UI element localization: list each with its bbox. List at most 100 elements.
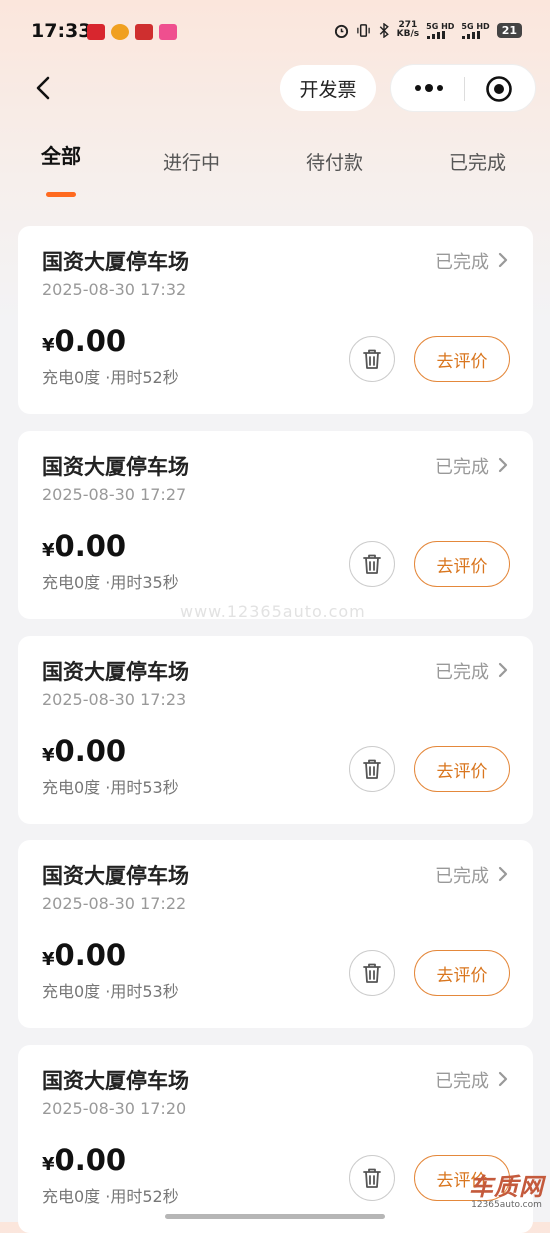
review-button[interactable]: 去评价 <box>414 336 510 382</box>
mini-program-capsule <box>390 64 536 112</box>
chevron-right-icon <box>498 457 508 473</box>
chevron-right-icon <box>498 252 508 268</box>
trash-icon <box>363 963 381 983</box>
tab-all[interactable]: 全部 <box>41 140 81 169</box>
order-tabs: 全部 进行中 待付款 已完成 <box>0 140 550 200</box>
order-time: 2025-08-30 17:20 <box>42 1099 187 1118</box>
bluetooth-icon <box>379 22 389 38</box>
review-button[interactable]: 去评价 <box>414 746 510 792</box>
order-amount: ¥0.00 <box>42 1143 126 1177</box>
weibo-notification-icon <box>111 24 129 40</box>
delete-button[interactable] <box>349 1155 395 1201</box>
amount-value: 0.00 <box>54 324 127 358</box>
vibrate-icon <box>356 23 370 37</box>
watermark-text: www.12365auto.com <box>180 602 366 621</box>
back-button[interactable] <box>27 72 59 104</box>
watermark-logo-text: 车质网 <box>469 1173 544 1201</box>
network-speed: 271 KB/s <box>397 21 419 39</box>
notification-icons <box>87 24 177 40</box>
order-card[interactable]: 国资大厦停车场 已完成 2025-08-30 17:20 ¥0.00 充电0度 … <box>18 1045 533 1233</box>
watermark-url: 12365auto.com <box>471 1200 542 1210</box>
order-card[interactable]: 国资大厦停车场 已完成 2025-08-30 17:23 ¥0.00 充电0度 … <box>18 636 533 824</box>
target-circle-icon <box>486 76 512 102</box>
currency-symbol: ¥ <box>42 1154 55 1175</box>
order-amount: ¥0.00 <box>42 324 126 358</box>
back-arrow-icon <box>36 76 50 100</box>
delete-button[interactable] <box>349 950 395 996</box>
tab-completed[interactable]: 已完成 <box>449 148 506 175</box>
order-card[interactable]: 国资大厦停车场 已完成 2025-08-30 17:27 ¥0.00 充电0度 … <box>18 431 533 619</box>
order-amount: ¥0.00 <box>42 529 126 563</box>
chevron-right-icon <box>498 1071 508 1087</box>
trash-icon <box>363 759 381 779</box>
app-notification-icon <box>135 24 153 40</box>
charge-detail: 充电0度 ·用时53秒 <box>42 778 179 797</box>
app-notification-icon <box>159 24 177 40</box>
order-time: 2025-08-30 17:32 <box>42 280 187 299</box>
station-name: 国资大厦停车场 <box>42 250 189 274</box>
amount-value: 0.00 <box>54 529 127 563</box>
trash-icon <box>363 1168 381 1188</box>
currency-symbol: ¥ <box>42 540 55 561</box>
charge-detail: 充电0度 ·用时35秒 <box>42 573 179 592</box>
trash-icon <box>363 349 381 369</box>
amount-value: 0.00 <box>54 1143 127 1177</box>
charge-detail: 充电0度 ·用时52秒 <box>42 1187 179 1206</box>
trash-icon <box>363 554 381 574</box>
charge-detail: 充电0度 ·用时52秒 <box>42 368 179 387</box>
watermark-logo: 车质网 12365auto.com <box>469 1174 544 1210</box>
delete-button[interactable] <box>349 746 395 792</box>
capsule-divider <box>464 77 465 101</box>
battery-indicator: 21 <box>496 22 522 38</box>
order-time: 2025-08-30 17:27 <box>42 485 187 504</box>
signal-label: 5G HD <box>461 21 490 31</box>
status-bar: 17:33 271 KB/s 5G HD 5G HD 21 <box>0 0 550 62</box>
currency-symbol: ¥ <box>42 745 55 766</box>
currency-symbol: ¥ <box>42 949 55 970</box>
close-mini-program-button[interactable] <box>484 75 514 103</box>
system-icons: 271 KB/s 5G HD 5G HD 21 <box>334 21 522 39</box>
chevron-right-icon <box>498 866 508 882</box>
station-name: 国资大厦停车场 <box>42 455 189 479</box>
chevron-right-icon <box>498 662 508 678</box>
invoice-button[interactable]: 开发票 <box>280 65 376 111</box>
tab-pending-payment[interactable]: 待付款 <box>306 148 363 175</box>
tab-in-progress[interactable]: 进行中 <box>163 148 220 175</box>
alarm-icon <box>334 24 348 38</box>
signal-indicator-1: 5G HD <box>426 22 454 39</box>
header: 开发票 <box>0 62 550 116</box>
order-status[interactable]: 已完成 <box>435 862 489 888</box>
station-name: 国资大厦停车场 <box>42 864 189 888</box>
order-card[interactable]: 国资大厦停车场 已完成 2025-08-30 17:32 ¥0.00 充电0度 … <box>18 226 533 414</box>
order-status[interactable]: 已完成 <box>435 658 489 684</box>
app-notification-icon <box>87 24 105 40</box>
delete-button[interactable] <box>349 541 395 587</box>
station-name: 国资大厦停车场 <box>42 1069 189 1093</box>
active-tab-indicator <box>46 192 76 197</box>
order-status[interactable]: 已完成 <box>435 1067 489 1093</box>
order-status[interactable]: 已完成 <box>435 453 489 479</box>
signal-bars-icon <box>427 30 446 39</box>
charge-detail: 充电0度 ·用时53秒 <box>42 982 179 1001</box>
status-time: 17:33 <box>31 20 92 42</box>
signal-bars-icon <box>462 30 481 39</box>
more-dots-icon <box>415 84 443 92</box>
amount-value: 0.00 <box>54 938 127 972</box>
order-amount: ¥0.00 <box>42 734 126 768</box>
delete-button[interactable] <box>349 336 395 382</box>
order-card[interactable]: 国资大厦停车场 已完成 2025-08-30 17:22 ¥0.00 充电0度 … <box>18 840 533 1028</box>
signal-indicator-2: 5G HD <box>461 21 490 39</box>
currency-symbol: ¥ <box>42 335 55 356</box>
order-status[interactable]: 已完成 <box>435 248 489 274</box>
station-name: 国资大厦停车场 <box>42 660 189 684</box>
review-button[interactable]: 去评价 <box>414 950 510 996</box>
order-time: 2025-08-30 17:23 <box>42 690 187 709</box>
more-button[interactable] <box>409 73 449 103</box>
amount-value: 0.00 <box>54 734 127 768</box>
order-time: 2025-08-30 17:22 <box>42 894 187 913</box>
order-amount: ¥0.00 <box>42 938 126 972</box>
signal-label: 5G HD <box>426 21 455 31</box>
review-button[interactable]: 去评价 <box>414 541 510 587</box>
network-speed-unit: KB/s <box>396 29 420 39</box>
home-indicator[interactable] <box>165 1214 385 1219</box>
